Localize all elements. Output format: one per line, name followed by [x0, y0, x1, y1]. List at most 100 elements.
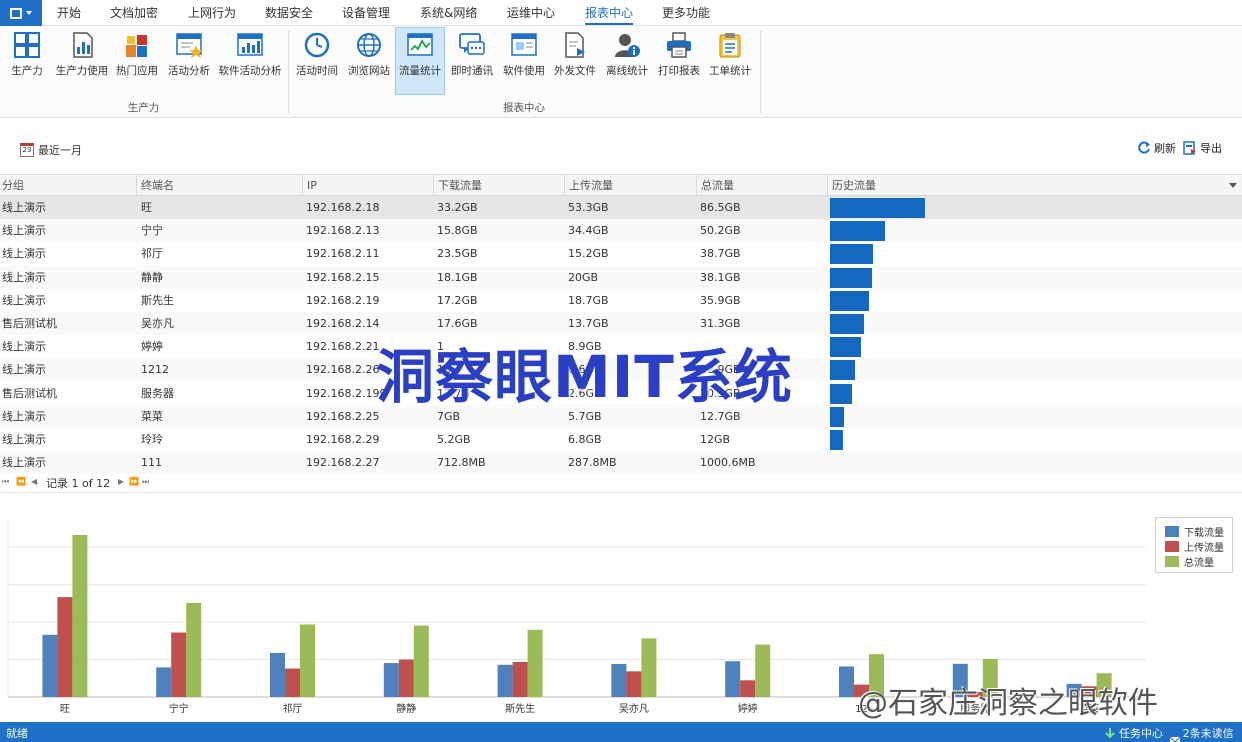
blocks-icon — [123, 31, 151, 59]
cell-terminal-name: 111 — [141, 456, 162, 470]
chart-legend: 下载流量 上传流量 总流量 — [1155, 517, 1233, 573]
history-traffic-bar — [830, 290, 870, 311]
ribbon-instant-messaging-button[interactable]: 即时通讯 — [448, 28, 496, 92]
cell-upload: 15.2GB — [568, 247, 609, 261]
cell-group: 线上演示 — [2, 224, 46, 238]
ribbon-offline-stats-button[interactable]: 离线统计 — [603, 28, 651, 92]
cell-ip: 192.168.2.26 — [306, 363, 380, 377]
cell-terminal-name: 吴亦凡 — [141, 317, 174, 330]
tab-ops-center[interactable]: 运维中心 — [507, 0, 555, 26]
tab-internet-behavior[interactable]: 上网行为 — [188, 0, 236, 26]
prev-page-group-icon[interactable]: ⏪ — [16, 477, 26, 486]
tab-device-management[interactable]: 设备管理 — [342, 0, 390, 26]
table-row[interactable]: 线上演示 旺 192.168.2.18 33.2GB 53.3GB 86.5GB — [0, 196, 1242, 219]
history-traffic-bar — [830, 244, 873, 265]
app-menu-button[interactable] — [0, 0, 42, 26]
chart-category-label: 旺 — [60, 704, 70, 715]
cell-group: 线上演示 — [2, 340, 46, 354]
table-row[interactable]: 线上演示 斯先生 192.168.2.19 17.2GB 18.7GB 35.9GB — [0, 289, 1242, 312]
chart-bar — [413, 625, 429, 697]
table-row[interactable]: 线上演示 祁厅 192.168.2.11 23.5GB 15.2GB 38.7GB — [0, 242, 1242, 265]
tab-data-security[interactable]: 数据安全 — [265, 0, 313, 26]
clock-icon — [303, 31, 331, 59]
history-traffic-bar — [830, 406, 844, 427]
history-traffic-bar — [830, 198, 925, 218]
export-icon — [1183, 141, 1196, 155]
column-header-upload[interactable]: 上传流量 — [564, 175, 696, 196]
column-header-ip[interactable]: IP — [302, 175, 433, 196]
chart-bar — [755, 644, 771, 697]
chart-bar — [626, 671, 642, 697]
date-range-selector[interactable]: 23 最近一月 — [20, 142, 82, 158]
export-button[interactable]: 导出 — [1183, 140, 1222, 156]
cell-download: 33.2GB — [437, 201, 478, 214]
last-page-icon[interactable]: ⏭ — [142, 477, 149, 487]
cell-ip: 192.168.2.11 — [306, 247, 380, 261]
chart-bar — [512, 661, 528, 697]
history-traffic-bar — [830, 314, 865, 334]
ribbon-button-label: 软件使用 — [503, 65, 545, 77]
user-info-icon — [613, 31, 641, 59]
window-star-icon — [175, 31, 203, 59]
history-traffic-bar — [830, 221, 886, 242]
chart-bar — [171, 632, 187, 697]
first-page-icon[interactable]: ⏮ — [2, 477, 9, 487]
ribbon-outgoing-files-button[interactable]: 外发文件 — [551, 28, 599, 92]
ribbon-ticket-stats-button[interactable]: 工单统计 — [706, 28, 754, 92]
unread-messages-button[interactable]: 2条未读信息 — [1170, 725, 1242, 742]
ribbon-activity-time-button[interactable]: 活动时间 — [294, 28, 340, 92]
column-header-group[interactable]: 分组 — [0, 175, 136, 196]
cell-terminal-name: 1212 — [141, 363, 169, 377]
next-page-icon[interactable]: ▶ — [118, 477, 124, 486]
cell-group: 线上演示 — [2, 270, 46, 284]
date-range-label: 最近一月 — [38, 144, 82, 157]
refresh-button[interactable]: 刷新 — [1137, 140, 1176, 156]
chart-bar — [527, 629, 543, 697]
ribbon-hot-apps-button[interactable]: 热门应用 — [114, 28, 160, 92]
table-row[interactable]: 线上演示 宁宁 192.168.2.13 15.8GB 34.4GB 50.2GB — [0, 219, 1242, 243]
cell-download: 5.2GB — [437, 433, 471, 446]
cell-download: 712.8MB — [437, 456, 486, 470]
ribbon-software-usage-button[interactable]: 软件使用 — [499, 28, 549, 92]
menu-bar: 开始 文档加密 上网行为 数据安全 设备管理 系统&网络 运维中心 报表中心 更… — [0, 0, 1242, 26]
tab-system-network[interactable]: 系统&网络 — [420, 0, 477, 26]
ribbon-productivity-button[interactable]: 生产力 — [6, 28, 48, 92]
ribbon-button-label: 即时通讯 — [451, 65, 493, 77]
chart-bar — [156, 667, 172, 697]
cell-download: 18.1GB — [437, 270, 478, 284]
ribbon-browse-websites-button[interactable]: 浏览网站 — [345, 28, 393, 92]
ribbon-traffic-stats-button[interactable]: 流量统计 — [395, 27, 445, 95]
tab-report-center[interactable]: 报表中心 — [585, 0, 634, 26]
ribbon-print-report-button[interactable]: 打印报表 — [655, 28, 703, 92]
history-traffic-bar — [830, 360, 856, 381]
ribbon-software-activity-button[interactable]: 软件活动分析 — [217, 28, 283, 92]
column-header-terminal-name[interactable]: 终端名 — [136, 175, 302, 196]
globe-icon — [355, 31, 383, 59]
cell-upload: 34.4GB — [568, 224, 609, 238]
cell-total: 1000.6MB — [700, 456, 756, 470]
tab-more-features[interactable]: 更多功能 — [662, 0, 710, 26]
cell-terminal-name: 菜菜 — [141, 409, 163, 423]
cell-terminal-name: 旺 — [141, 201, 152, 214]
chart-bar — [72, 534, 88, 697]
export-label: 导出 — [1200, 142, 1222, 155]
table-row[interactable]: 线上演示 静静 192.168.2.15 18.1GB 20GB 38.1GB — [0, 265, 1242, 289]
tab-doc-encryption[interactable]: 文档加密 — [110, 0, 158, 26]
chart-category-label: 祁厅 — [283, 702, 303, 715]
ribbon-productivity-usage-button[interactable]: 生产力使用 — [54, 28, 110, 92]
column-header-download[interactable]: 下载流量 — [433, 175, 564, 196]
prev-page-icon[interactable]: ◀ — [31, 477, 37, 486]
tab-start[interactable]: 开始 — [57, 0, 81, 26]
task-center-button[interactable]: 任务中心 — [1104, 725, 1163, 741]
column-header-history[interactable]: 历史流量 — [827, 175, 1242, 196]
next-page-group-icon[interactable]: ⏩ — [129, 477, 139, 486]
chart-bar — [839, 666, 854, 697]
cell-download: 23.5GB — [437, 247, 478, 261]
download-arrow-icon — [1105, 728, 1115, 739]
table-row[interactable]: 线上演示 111 192.168.2.27 712.8MB 287.8MB 1000.6M… — [0, 451, 1242, 475]
column-header-total[interactable]: 总流量 — [696, 175, 827, 196]
column-menu-dropdown-icon[interactable] — [1229, 183, 1237, 188]
table-row[interactable]: 线上演示 玲玲 192.168.2.29 5.2GB 6.8GB 12GB — [0, 428, 1242, 451]
center-watermark: 洞察眼MIT系统 — [376, 343, 793, 411]
ribbon-activity-analysis-button[interactable]: 活动分析 — [165, 28, 213, 92]
